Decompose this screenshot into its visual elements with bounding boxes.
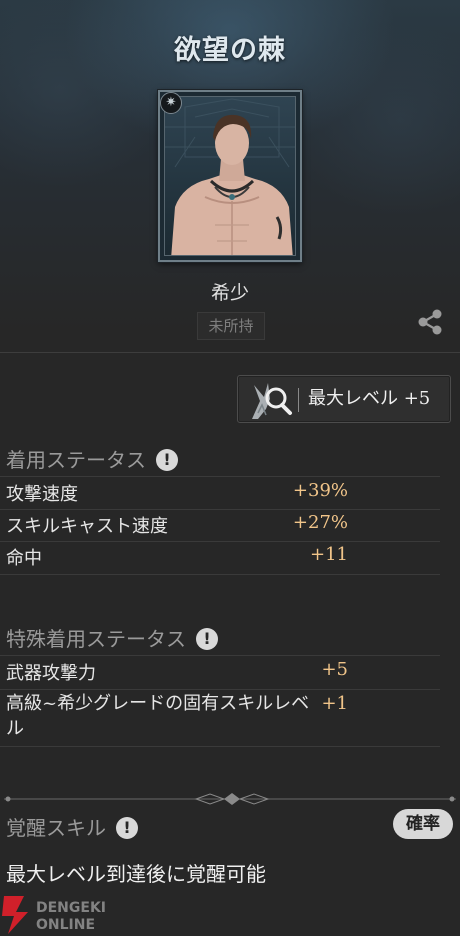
awaken-description: 最大レベル到達後に覚醒可能	[6, 862, 266, 886]
stat-value-cast-speed: +27%	[292, 512, 348, 533]
character-figure	[165, 97, 295, 255]
ornamental-divider	[4, 793, 456, 805]
row-divider	[0, 476, 440, 477]
share-icon[interactable]	[414, 306, 446, 338]
section-divider	[0, 352, 460, 353]
stat-name-attack-speed: 攻撃速度	[6, 484, 78, 505]
special-status-heading: 特殊着用ステータス!	[6, 623, 218, 652]
row-divider	[0, 746, 440, 747]
stat-value-accuracy: +11	[310, 544, 348, 565]
row-divider	[0, 541, 440, 542]
svg-text:DENGEKI: DENGEKI	[36, 900, 106, 916]
awaken-skill-heading: 覚醒スキル!	[6, 812, 138, 841]
equip-status-title: 着用ステータス	[6, 448, 146, 472]
special-status-title: 特殊着用ステータス	[6, 627, 186, 651]
info-icon[interactable]: !	[116, 817, 138, 839]
character-portrait[interactable]	[158, 90, 302, 262]
probability-button[interactable]: 確率	[393, 809, 453, 839]
rune-magnifier-icon	[252, 383, 292, 419]
dengeki-online-logo: DENGEKI ONLINE	[2, 896, 106, 934]
stat-name-cast-speed: スキルキャスト速度	[6, 516, 168, 537]
stat-value-weapon-attack: +5	[321, 659, 348, 680]
stat-name-skill-level: 高級~希少グレードの固有スキルレベル	[6, 693, 310, 739]
page-title: 欲望の棘	[174, 35, 286, 66]
max-level-button[interactable]: 最大レベル +5	[237, 375, 451, 423]
portrait-image	[164, 96, 296, 256]
svg-text:ONLINE: ONLINE	[36, 917, 95, 933]
info-icon[interactable]: !	[196, 628, 218, 650]
stat-value-attack-speed: +39%	[292, 480, 348, 501]
equip-status-heading: 着用ステータス!	[6, 444, 178, 473]
row-divider	[0, 509, 440, 510]
stat-name-weapon-attack: 武器攻撃力	[6, 663, 96, 684]
info-icon[interactable]: !	[156, 449, 178, 471]
stat-name-accuracy: 命中	[6, 548, 42, 569]
max-level-label: 最大レベル +5	[308, 388, 431, 409]
row-divider	[0, 574, 440, 575]
rarity-label: 希少	[210, 282, 249, 304]
compass-star-icon: ✷	[160, 92, 182, 114]
stat-value-skill-level: +1	[321, 693, 348, 714]
ownership-status: 未所持	[197, 312, 265, 340]
row-divider	[0, 689, 440, 690]
row-divider	[0, 655, 440, 656]
awaken-skill-title: 覚醒スキル	[6, 816, 106, 840]
button-separator	[298, 388, 299, 412]
